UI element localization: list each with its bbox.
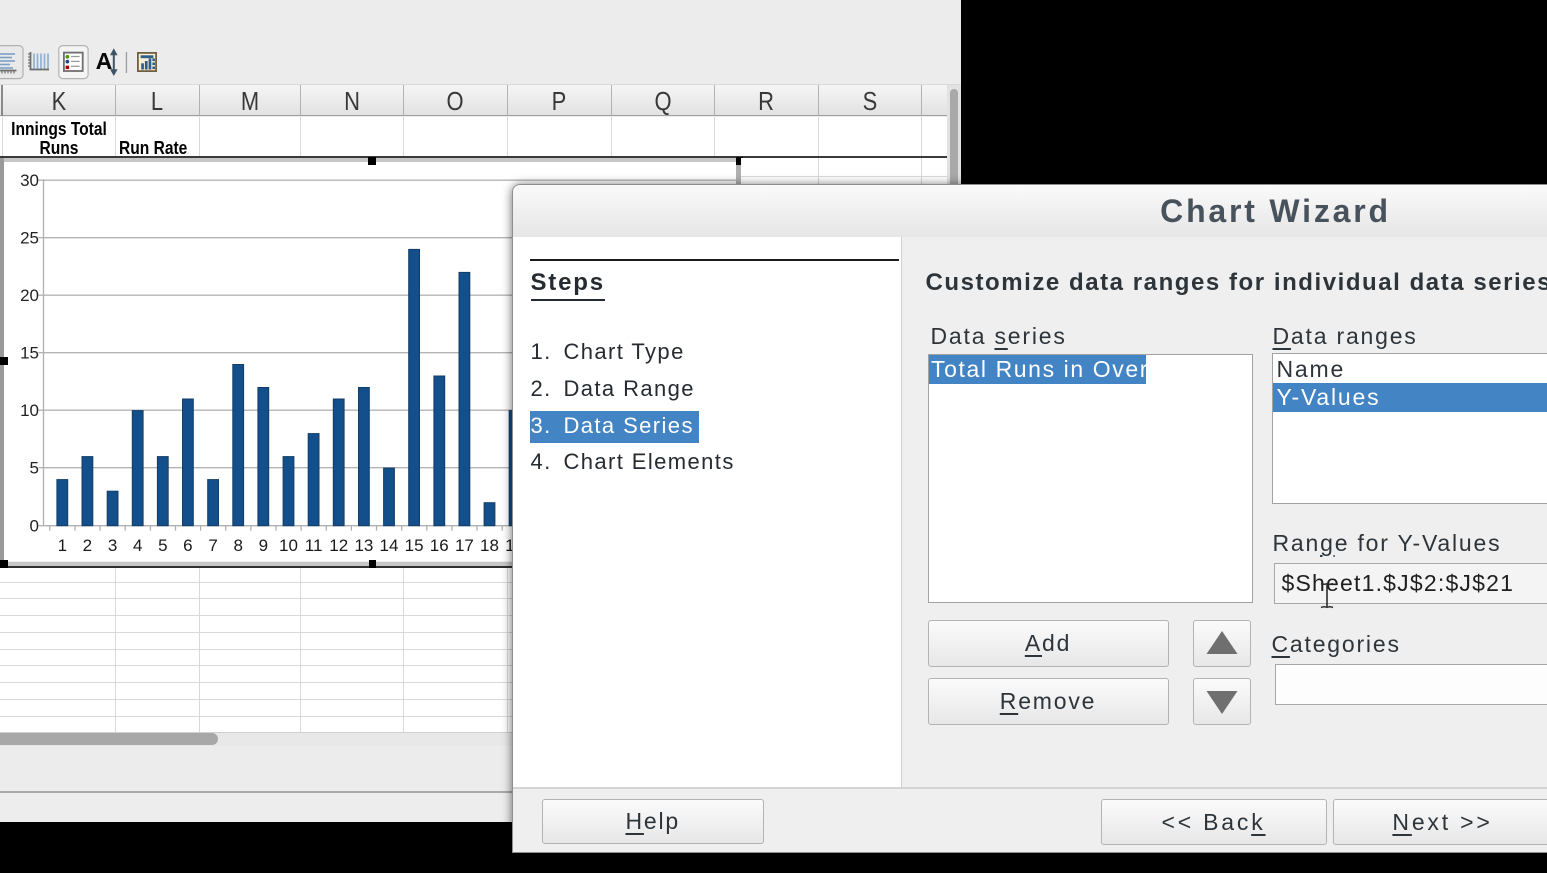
- svg-text:20: 20: [20, 286, 39, 305]
- svg-text:10: 10: [20, 401, 39, 420]
- svg-text:3: 3: [107, 536, 116, 555]
- svg-text:1: 1: [57, 536, 66, 555]
- svg-text:13: 13: [354, 536, 373, 555]
- svg-text:0: 0: [29, 517, 38, 536]
- svg-text:5: 5: [158, 536, 167, 555]
- svg-text:6: 6: [183, 536, 192, 555]
- svg-text:17: 17: [454, 536, 473, 555]
- svg-text:14: 14: [379, 536, 398, 555]
- svg-text:12: 12: [329, 536, 348, 555]
- svg-text:4: 4: [132, 536, 141, 555]
- svg-text:25: 25: [20, 229, 39, 248]
- svg-text:10: 10: [279, 536, 298, 555]
- svg-text:5: 5: [29, 459, 38, 478]
- svg-text:15: 15: [20, 344, 39, 363]
- svg-text:2: 2: [82, 536, 91, 555]
- svg-text:30: 30: [20, 171, 39, 190]
- svg-text:7: 7: [208, 536, 217, 555]
- svg-text:15: 15: [404, 536, 423, 555]
- svg-text:11: 11: [304, 536, 322, 555]
- svg-text:18: 18: [480, 536, 499, 555]
- svg-text:16: 16: [429, 536, 448, 555]
- svg-text:9: 9: [258, 536, 267, 555]
- svg-text:8: 8: [233, 536, 242, 555]
